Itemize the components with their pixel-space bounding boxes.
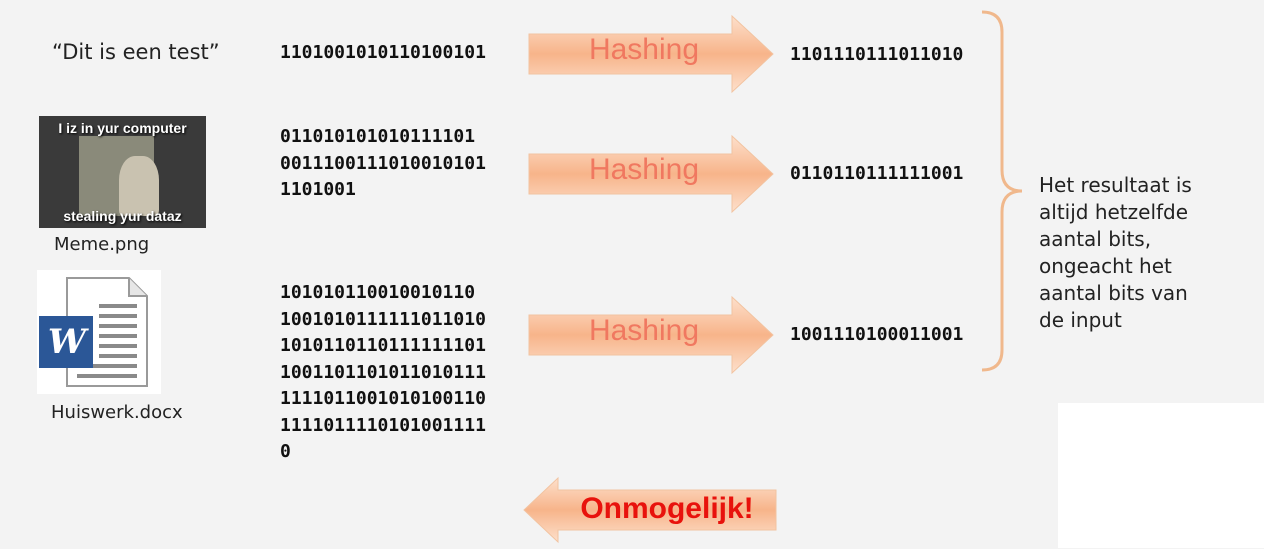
hash-output-3: 1001110100011001 [790,324,964,345]
meme-image: I iz in yur computer stealing yur dataz [39,116,206,228]
hash-output-2: 0110110111111001 [790,163,964,184]
hashing-label: Hashing [588,153,700,186]
hashing-label: Hashing [588,33,700,66]
blank-panel [1058,403,1264,548]
impossible-reverse-arrow: Onmogelijk! [522,476,778,544]
impossible-label: Onmogelijk! [580,492,754,525]
meme-top-text: I iz in yur computer [58,120,187,136]
meme-filename-label: Meme.png [54,234,150,255]
word-filename-label: Huiswerk.docx [51,402,183,423]
hashing-label: Hashing [588,314,700,347]
hashing-arrow-3: Hashing [527,295,777,375]
input-bits-text: 1101001010110100101 [280,42,486,63]
hash-output-1: 1101110111011010 [790,44,964,65]
right-brace [981,10,1023,372]
brace-explanation-text: Het resultaat is altijd hetzelfde aantal… [1039,173,1192,332]
meme-cat-shape [119,156,159,216]
meme-bits-text: 011010101010111101 0011100111010010101 1… [280,126,486,200]
hashing-arrow-2: Hashing [527,134,777,214]
word-document-icon: W [37,270,161,394]
meme-bottom-text: stealing yur dataz [63,208,182,224]
word-letter: W [47,322,87,362]
word-bits-text: 101010110010010110 1001010111111011010 1… [280,282,486,462]
hashing-arrow-1: Hashing [527,14,777,94]
input-label-text: “Dit is een test” [52,40,220,64]
